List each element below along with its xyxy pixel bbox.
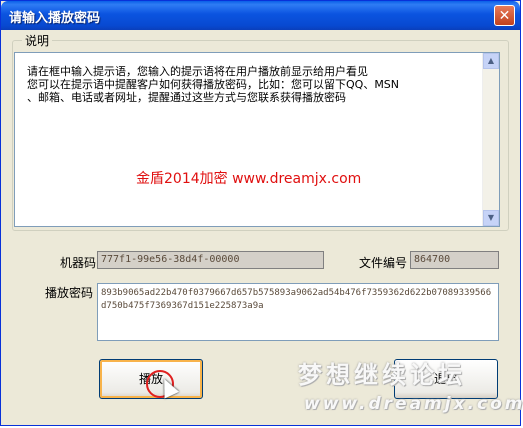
file-number-label: 文件编号 [359,256,408,270]
password-input[interactable]: 893b9065ad22b470f0379667d657b575893a9062… [97,283,499,341]
forum-watermark-logo: 梦想继续论坛 [298,361,466,389]
vertical-scrollbar[interactable]: ▲ ▼ [482,53,499,226]
machine-code-label: 机器码 [60,256,97,270]
description-textarea[interactable]: 请在框中输入提示语，您输入的提示语将在用户播放前显示给用户看见 您可以在提示语中… [14,52,500,227]
file-number-field: 864700 [410,251,499,269]
scroll-down-icon[interactable]: ▼ [483,210,499,226]
machine-code-field: 777f1-99e56-38d4f-00000 [97,251,324,269]
window-title: 请输入播放密码 [9,11,101,26]
close-button[interactable]: ✕ [494,5,515,26]
description-group-label: 说明 [22,32,53,49]
title-bar[interactable]: 请输入播放密码 ✕ [1,1,520,30]
password-label: 播放密码 [45,286,94,300]
scroll-up-icon[interactable]: ▲ [483,53,499,69]
forum-watermark-url: www.dreamjx.com [304,394,523,414]
description-watermark: 金盾2014加密 www.dreamjx.com [136,171,362,187]
description-text: 请在框中输入提示语，您输入的提示语将在用户播放前显示给用户看见 您可以在提示语中… [27,65,400,104]
